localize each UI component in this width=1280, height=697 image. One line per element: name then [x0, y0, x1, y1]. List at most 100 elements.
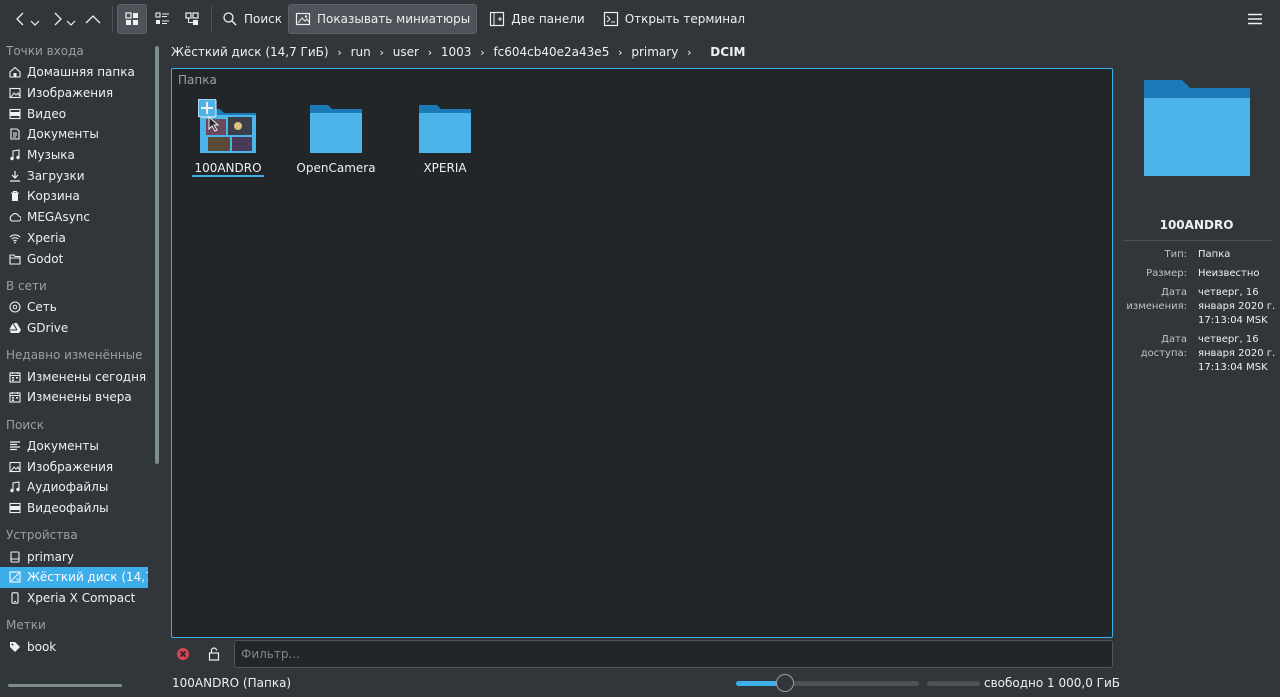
drive-icon [10, 551, 20, 563]
forward-history-button[interactable] [64, 4, 78, 34]
up-button[interactable] [78, 4, 108, 34]
sidebar-item[interactable]: Аудиофайлы [0, 477, 148, 498]
gdrive-icon [9, 322, 21, 333]
icons-view-button[interactable] [117, 4, 147, 34]
image-icon [9, 87, 21, 99]
menu-button[interactable] [1240, 4, 1270, 34]
info-metadata: Тип: Папка Размер: Неизвестно Дата изменения… [1120, 248, 1280, 380]
sidebar-item-label: Жёсткий диск (14,7 ГиБ) [27, 570, 148, 585]
sidebar-item[interactable]: MEGAsync [0, 207, 148, 228]
sidebar-item[interactable]: Видеофайлы [0, 498, 148, 519]
show-thumbnails-label: Показывать миниатюры [317, 12, 471, 26]
details-view-button[interactable] [147, 4, 177, 34]
breadcrumb-item[interactable]: user [392, 45, 420, 59]
chevron-right-icon [54, 12, 62, 26]
sidebar-item[interactable]: Сеть [0, 297, 148, 318]
toolbar-separator [211, 6, 212, 32]
sidebar-item[interactable]: primary [0, 546, 148, 567]
lock-icon [208, 647, 220, 661]
zoom-slider-handle[interactable] [776, 674, 794, 692]
info-row: Размер: Неизвестно [1120, 267, 1280, 281]
breadcrumb-item[interactable]: primary [630, 45, 679, 59]
search-button[interactable]: Поиск [216, 4, 288, 34]
breadcrumb-separator-icon[interactable]: › [330, 46, 350, 59]
close-circle-icon [177, 648, 189, 660]
sidebar-item[interactable]: GDrive [0, 318, 148, 339]
info-file-name: 100ANDRO [1159, 218, 1234, 232]
chevron-left-icon [16, 12, 24, 26]
sidebar-item[interactable]: Документы [0, 436, 148, 457]
free-space-bar[interactable] [927, 681, 980, 686]
sidebar-item[interactable]: Жёсткий диск (14,7 ГиБ) [0, 567, 148, 588]
breadcrumb-separator-icon[interactable]: › [610, 46, 630, 59]
sidebar-item[interactable]: Изображения [0, 83, 148, 104]
sidebar-item[interactable]: Xperia X Compact [0, 588, 148, 609]
sidebar-item[interactable]: Godot [0, 248, 148, 269]
breadcrumb-item[interactable]: 1003 [440, 45, 473, 59]
sidebar-item-label: Видео [27, 106, 67, 121]
info-value: четверг, 16 января 2020 г. 17:13:04 MSK [1198, 334, 1276, 373]
sidebar-item[interactable]: Xperia [0, 228, 148, 249]
breadcrumb-separator-icon[interactable]: › [679, 46, 699, 59]
wifi-icon [9, 234, 21, 244]
sidebar-item[interactable]: Музыка [0, 145, 148, 166]
clear-filter-button[interactable] [176, 647, 190, 661]
download-icon [10, 170, 20, 182]
sidebar-item[interactable]: Домашняя папка [0, 62, 148, 83]
chevron-up-icon [85, 15, 101, 24]
sidebar-item-label: Сеть [27, 300, 57, 315]
sidebar-item[interactable]: Загрузки [0, 165, 148, 186]
folder-item-xperia[interactable]: XPERIA [395, 99, 495, 175]
sidebar-item[interactable]: Корзина [0, 186, 148, 207]
sidebar-horizontal-scrollbar[interactable] [8, 684, 122, 687]
breadcrumb-separator-icon[interactable]: › [472, 46, 492, 59]
lock-filter-button[interactable] [207, 646, 221, 662]
sidebar-item-label: Видеофайлы [27, 501, 109, 516]
split-panel-icon [490, 11, 505, 27]
folder-item-opencamera[interactable]: OpenCamera [286, 99, 386, 175]
file-view[interactable]: Папка 100ANDRO OpenCamera XPERIA [171, 68, 1113, 638]
tree-view-button[interactable] [177, 4, 207, 34]
places-panel: Точки входа Домашняя папка Изображения Виде… [0, 40, 160, 697]
breadcrumb-item[interactable]: Жёсткий диск (14,7 ГиБ) [170, 45, 330, 59]
video-icon [9, 108, 21, 119]
open-terminal-button[interactable]: Открыть терминал [597, 4, 751, 34]
sidebar-item[interactable]: Видео [0, 103, 148, 124]
terminal-icon [603, 11, 618, 27]
folder-preview-icon [1144, 80, 1250, 176]
cloud-icon [9, 213, 21, 222]
breadcrumb-item[interactable]: run [350, 45, 372, 59]
sidebar-item-label: Загрузки [27, 168, 85, 183]
sidebar-item[interactable]: Изображения [0, 456, 148, 477]
hamburger-menu-icon [1248, 13, 1262, 25]
sidebar-item-label: Изменены сегодня [27, 369, 147, 384]
breadcrumb-current[interactable]: DCIM [709, 45, 746, 59]
sidebar-item-label: primary [27, 549, 74, 564]
sidebar-item[interactable]: Изменены вчера [0, 387, 148, 408]
info-value: четверг, 16 января 2020 г. 17:13:04 MSK [1198, 287, 1276, 326]
document-list-icon [10, 441, 20, 451]
breadcrumb-separator-icon[interactable]: › [372, 46, 392, 59]
info-row: Дата изменения: четверг, 16 января 2020 г… [1120, 286, 1280, 328]
sidebar-item-label: Изображения [27, 459, 114, 474]
info-key: Размер: [1146, 268, 1187, 279]
info-value: Неизвестно [1198, 268, 1260, 279]
sidebar-item-label: Домашняя папка [27, 65, 135, 80]
folder-icon [419, 105, 471, 153]
sidebar-item[interactable]: Изменены сегодня [0, 366, 148, 387]
sidebar-item-label: book [27, 639, 57, 654]
breadcrumb-separator-icon[interactable]: › [420, 46, 440, 59]
sidebar-scrollbar[interactable] [155, 46, 159, 464]
breadcrumb-item[interactable]: fc604cb40e2a43e5 [492, 45, 610, 59]
group-header: Папка [178, 73, 217, 87]
back-history-button[interactable] [28, 4, 42, 34]
split-view-button[interactable]: Две панели [483, 4, 591, 34]
sidebar-item[interactable]: Документы [0, 124, 148, 145]
sidebar-item-label: Xperia X Compact [27, 591, 136, 606]
sidebar-item[interactable]: book [0, 636, 148, 657]
image-icon [295, 12, 311, 26]
filter-input[interactable] [234, 640, 1113, 668]
show-thumbnails-button[interactable]: Показывать миниатюры [288, 4, 478, 34]
folder-photos-icon [198, 99, 256, 153]
folder-item-100andro[interactable]: 100ANDRO [178, 99, 278, 177]
